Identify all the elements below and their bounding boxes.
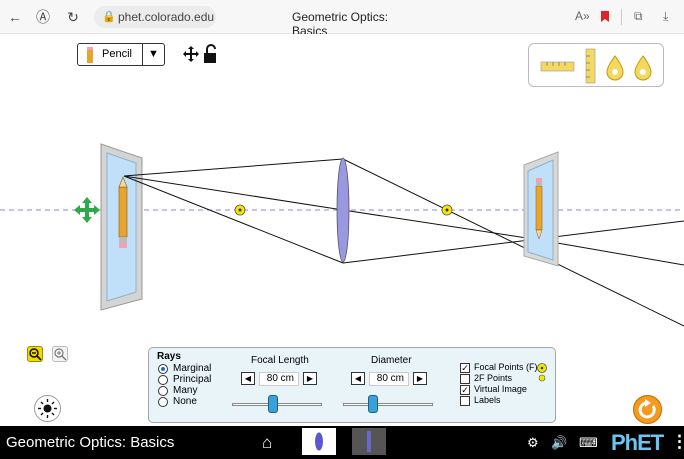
mirror-screen-icon (367, 431, 371, 452)
move-icon (183, 46, 199, 62)
lens[interactable] (336, 157, 350, 263)
focal-points-checkbox[interactable]: ✓ (460, 363, 470, 373)
light-spot-icon-2[interactable] (634, 55, 652, 81)
address-bar[interactable]: 🔒 phet.colorado.edu (94, 6, 216, 28)
diameter-increment-button[interactable]: ▶ (413, 372, 427, 385)
lock-icon: 🔒 (102, 11, 116, 23)
lock-open-icon (204, 44, 216, 63)
radio-many[interactable] (158, 386, 168, 396)
radio-none-label: None (173, 396, 197, 407)
light-spot-icon[interactable] (606, 55, 624, 81)
two-f-points-label: 2F Points (474, 373, 513, 383)
focal-length-value: 80 cm (259, 372, 299, 386)
labels-label: Labels (474, 395, 501, 405)
horizontal-ruler-icon[interactable] (540, 61, 575, 72)
virtual-image-checkbox[interactable]: ✓ (460, 385, 470, 395)
collections-icon[interactable]: ⧉ (634, 9, 643, 24)
image-pencil (535, 178, 543, 240)
pencil-icon (87, 47, 93, 63)
focal-length-title: Focal Length (251, 355, 309, 366)
rays-title: Rays (157, 351, 181, 362)
focal-point-legend-icon (537, 363, 547, 373)
reset-icon (638, 399, 656, 419)
focal-points-label: Focal Points (F) (474, 362, 538, 372)
diameter-value: 80 cm (369, 372, 409, 386)
toolbox-tools (540, 48, 652, 84)
radio-none[interactable] (158, 397, 168, 407)
url-text: phet.colorado.edu (118, 10, 215, 24)
focal-length-slider-thumb[interactable] (267, 395, 278, 413)
home-icon[interactable]: ⌂ (262, 433, 272, 453)
keyboard-icon[interactable]: ⌨ (579, 435, 598, 451)
zoom-out-button[interactable] (27, 346, 43, 362)
focal-point-left (234, 204, 246, 216)
object-type-label: Pencil (102, 48, 132, 60)
read-aloud-icon[interactable]: A» (575, 9, 590, 23)
toolbar-divider (621, 9, 622, 25)
sim-title: Geometric Optics: Basics (6, 434, 175, 451)
sound-icon[interactable]: 🔊 (551, 435, 567, 451)
phet-logo[interactable]: PhET (611, 430, 664, 456)
diameter-decrement-button[interactable]: ◀ (351, 372, 365, 385)
app-root: ← Ⓐ ↻ 🔒 phet.colorado.edu Geometric Opti… (0, 0, 684, 459)
virtual-image-label: Virtual Image (474, 384, 527, 394)
chevron-down-icon[interactable]: ▼ (142, 44, 164, 65)
move-handle-icon[interactable] (74, 197, 100, 223)
lens-screen-icon (315, 432, 323, 451)
light-rays (123, 158, 684, 327)
object-type-dropdown[interactable]: Pencil ▼ (77, 43, 165, 66)
focal-length-increment-button[interactable]: ▶ (303, 372, 317, 385)
vertical-ruler-icon[interactable] (585, 48, 596, 84)
brightness-button[interactable] (34, 395, 61, 422)
toolbox (528, 43, 664, 87)
browser-toolbar: ← Ⓐ ↻ 🔒 phet.colorado.edu Geometric Opti… (0, 0, 684, 38)
radio-marginal[interactable] (158, 364, 168, 374)
move-lock-control[interactable] (183, 44, 219, 64)
control-panel: Rays Marginal Principal Many None Focal … (148, 347, 556, 423)
focal-point-right (441, 204, 453, 216)
diameter-slider-track[interactable] (343, 403, 433, 406)
screen-lens-button[interactable] (302, 428, 336, 455)
reader-mode-icon[interactable]: Ⓐ (34, 8, 52, 26)
two-f-point-legend-icon (538, 374, 546, 382)
phet-navigation-bar: Geometric Optics: Basics ⌂ ⚙ 🔊 ⌨ PhET ⋮ (0, 426, 684, 459)
download-icon[interactable]: ⤓ (663, 9, 668, 24)
zoom-out-icon (29, 348, 42, 361)
object-pencil[interactable] (118, 176, 128, 248)
zoom-in-icon (54, 348, 67, 361)
radio-principal-label: Principal (173, 374, 212, 385)
radio-principal[interactable] (158, 375, 168, 385)
sim-play-area: Pencil ▼ Rays Marginal Principal Many No… (0, 34, 684, 426)
refresh-icon[interactable]: ↻ (64, 8, 82, 26)
two-f-points-checkbox[interactable] (460, 374, 470, 384)
settings-icon[interactable]: ⚙ (527, 435, 539, 451)
back-icon[interactable]: ← (6, 8, 24, 26)
radio-marginal-label: Marginal (173, 363, 212, 374)
diameter-slider-thumb[interactable] (367, 395, 378, 413)
reset-all-button[interactable] (633, 395, 662, 424)
radio-many-label: Many (173, 385, 198, 396)
sun-icon (38, 399, 57, 418)
screen-mirror-button[interactable] (352, 428, 386, 455)
focal-length-decrement-button[interactable]: ◀ (241, 372, 255, 385)
labels-checkbox[interactable] (460, 396, 470, 406)
menu-icon[interactable]: ⋮ (671, 432, 684, 452)
bookmark-icon[interactable] (600, 10, 610, 23)
diameter-title: Diameter (371, 355, 412, 366)
zoom-in-button[interactable] (52, 346, 68, 362)
